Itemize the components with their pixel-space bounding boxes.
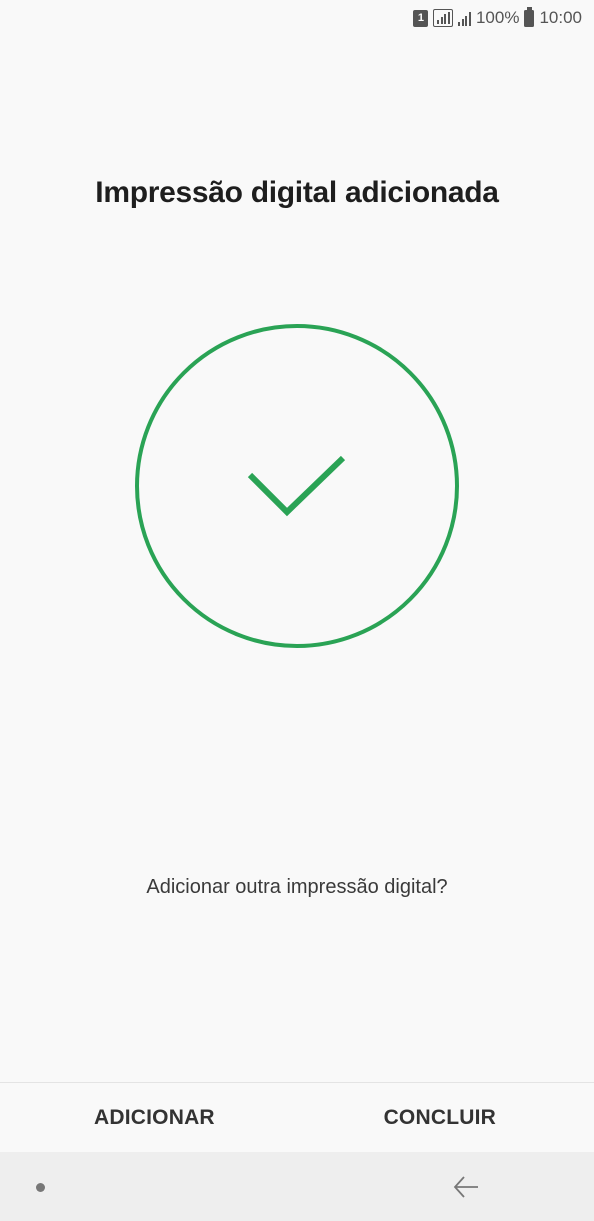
- action-bar: ADICIONAR CONCLUIR: [0, 1082, 594, 1152]
- add-button[interactable]: ADICIONAR: [94, 1106, 215, 1130]
- done-button[interactable]: CONCLUIR: [384, 1106, 496, 1130]
- clock: 10:00: [539, 8, 582, 27]
- add-another-question: Adicionar outra impressão digital?: [146, 876, 448, 898]
- battery-icon: [524, 6, 535, 27]
- status-bar: 1 100% 10:00: [0, 0, 594, 36]
- success-circle: [135, 324, 459, 648]
- cellular-signal-icon: [458, 11, 471, 26]
- back-arrow-icon[interactable]: [452, 1173, 480, 1201]
- page-title: Impressão digital adicionada: [95, 176, 499, 209]
- fingerprint-added-screen: 1 100% 10:00 Impressão digital adicionad…: [0, 0, 594, 1221]
- navigation-bar: [0, 1152, 594, 1221]
- check-circle-icon: [135, 324, 459, 648]
- checkmark-icon: [247, 455, 346, 517]
- wifi-call-signal-icon: [433, 9, 454, 27]
- battery-percent: 100%: [475, 8, 520, 27]
- nav-dot-icon[interactable]: [36, 1183, 45, 1192]
- sim-card-icon: 1: [413, 9, 429, 27]
